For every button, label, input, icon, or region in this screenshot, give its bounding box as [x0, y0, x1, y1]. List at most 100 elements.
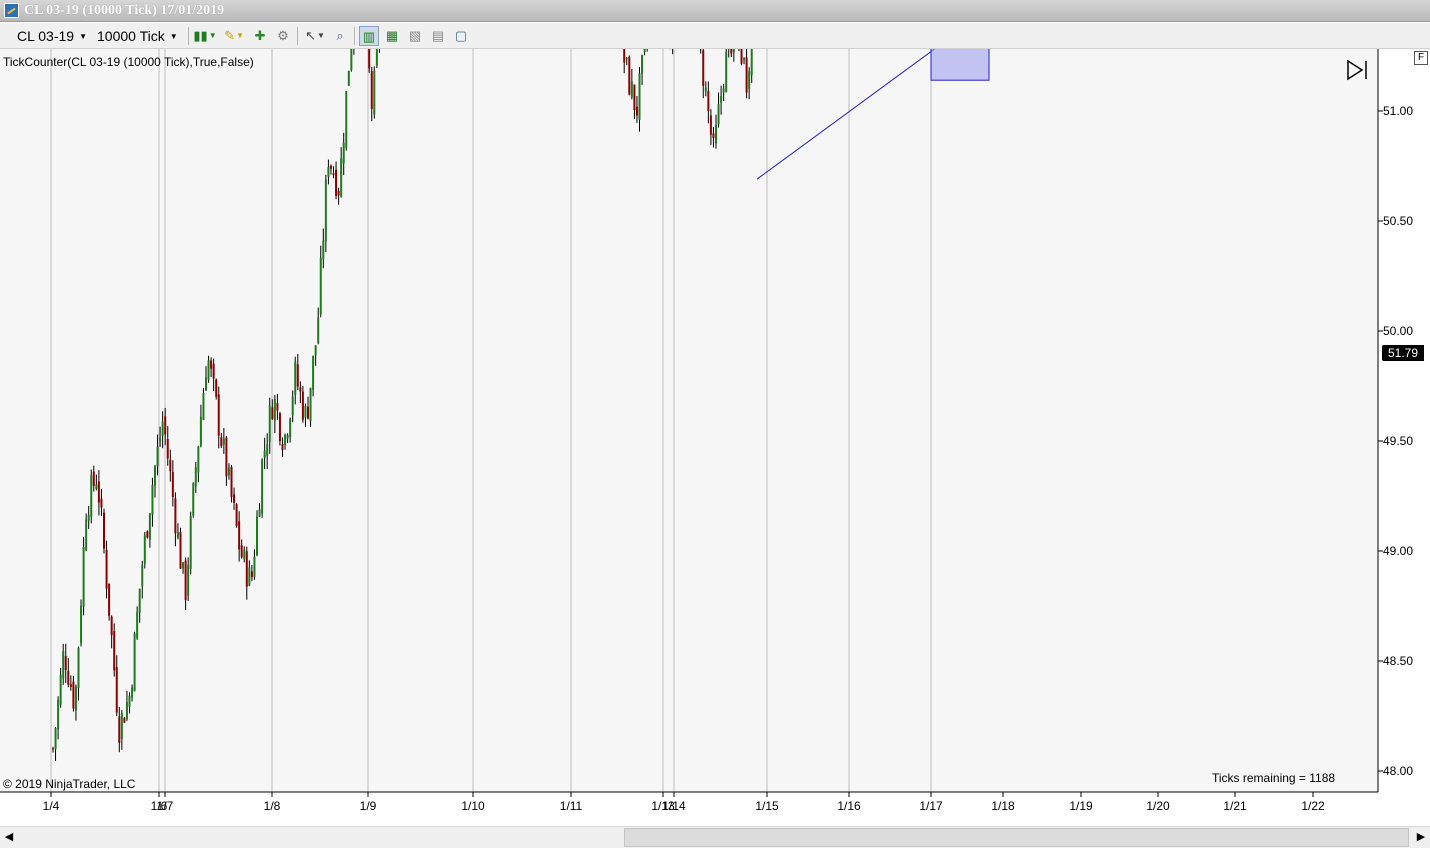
candle	[133, 631, 136, 692]
candle-body	[233, 494, 236, 503]
properties-icon[interactable]: ▤	[428, 26, 448, 46]
scroll-right-icon[interactable]: ▶	[1412, 828, 1430, 847]
chart-style-icon[interactable]: ▮▮▼	[192, 26, 218, 46]
chart-trader-icon[interactable]: ▧	[405, 26, 425, 46]
zoom-icon[interactable]: ⌕	[330, 26, 350, 46]
indicator-icon[interactable]: ✚	[250, 26, 270, 46]
candle-body	[266, 444, 269, 456]
candle-body	[370, 71, 373, 109]
copyright-text: © 2019 NinjaTrader, LLC	[3, 777, 136, 791]
candle-body	[161, 421, 164, 437]
candle-body	[625, 57, 628, 60]
candle-body	[245, 551, 248, 587]
candle	[740, 49, 743, 66]
candle	[143, 531, 146, 569]
scrollbar-thumb[interactable]	[624, 828, 1409, 847]
candle	[628, 55, 631, 96]
strategy-icon[interactable]: ⚙	[273, 26, 293, 46]
candle-body	[235, 504, 238, 526]
candle-body	[350, 49, 353, 71]
candle	[373, 66, 376, 119]
scroll-left-icon[interactable]: ◀	[0, 828, 18, 847]
candle-body	[225, 437, 228, 477]
drawing-tool-icon[interactable]: ✎▼	[221, 26, 247, 46]
chart-panel[interactable]: 54.0053.5053.0052.5052.0051.5051.0050.50…	[0, 49, 1430, 826]
candle-body	[146, 531, 149, 538]
candle-body	[182, 562, 185, 569]
candle-body	[179, 531, 182, 569]
candle-body	[220, 437, 223, 446]
candle-body	[250, 571, 253, 578]
instrument-selector[interactable]: CL 03-19 ▼	[17, 26, 87, 46]
window-layout-icon[interactable]: ▢	[451, 26, 471, 46]
candle-body	[217, 394, 220, 436]
price-chart[interactable]: 54.0053.5053.0052.5052.0051.5051.0050.50…	[0, 49, 1430, 826]
cursor-icon[interactable]: ↖▼	[302, 26, 328, 46]
time-tick-label: 1/13	[651, 799, 675, 813]
price-tick-label: 48.50	[1383, 654, 1413, 668]
data-box-icon[interactable]: ▦	[382, 26, 402, 46]
candle-body	[740, 49, 743, 64]
candle-body	[702, 50, 705, 86]
candle-body	[80, 605, 83, 644]
candle-body	[284, 434, 287, 446]
candle-body	[184, 560, 187, 601]
candle-body	[258, 509, 261, 517]
time-tick-label: 1/9	[360, 799, 377, 813]
candle-body	[271, 407, 274, 420]
candle	[189, 511, 192, 575]
candle-body	[240, 545, 243, 558]
candle-body	[286, 435, 289, 439]
candle-body	[273, 399, 276, 421]
skip-to-end-icon[interactable]	[1346, 59, 1370, 81]
candle-body	[712, 133, 715, 139]
candle-body	[77, 647, 80, 689]
candle-body	[197, 446, 200, 473]
candle	[103, 508, 105, 554]
candle-body	[327, 167, 330, 177]
candle-body	[72, 681, 75, 709]
candle-body	[97, 481, 100, 503]
candle-body	[347, 70, 350, 86]
time-tick-label: 1/17	[919, 799, 943, 813]
candle-body	[62, 651, 65, 679]
candle-body	[324, 179, 327, 242]
horizontal-scrollbar[interactable]: ◀ ▶	[0, 826, 1430, 848]
candle-body	[296, 364, 299, 387]
toolbar-divider	[188, 27, 189, 45]
price-tick-label: 49.00	[1383, 544, 1413, 558]
candle-body	[337, 191, 340, 196]
price-tick-label: 51.00	[1383, 104, 1413, 118]
indicator-label: TickCounter(CL 03-19 (10000 Tick),True,F…	[3, 55, 254, 69]
candle-body	[238, 521, 241, 550]
candle-body	[278, 413, 281, 442]
candle-body	[85, 519, 88, 551]
bar-chart-icon[interactable]: ▥	[359, 26, 379, 46]
candle-body	[133, 633, 136, 692]
candle-body	[151, 484, 154, 515]
candle-body	[707, 90, 710, 112]
window-titlebar[interactable]: CL 03-19 (10000 Tick) 17/01/2019	[0, 0, 1430, 22]
candle-body	[54, 728, 57, 750]
interval-selector[interactable]: 10000 Tick ▼	[97, 26, 178, 46]
toolbar-divider	[354, 27, 355, 45]
candle-body	[120, 712, 123, 739]
candle-body	[171, 471, 174, 497]
chart-toolbar: CL 03-19 ▼ 10000 Tick ▼ ▮▮▼ ✎▼ ✚ ⚙ ↖▼ ⌕ ▥ …	[0, 23, 1430, 49]
candle-body	[248, 567, 251, 586]
candle-body	[340, 158, 343, 197]
candle-body	[263, 450, 266, 458]
panel-tag[interactable]: F	[1414, 51, 1428, 65]
chevron-down-icon: ▼	[169, 32, 178, 41]
candle-body	[205, 377, 207, 391]
candle-body	[210, 360, 213, 369]
candle-body	[212, 363, 215, 379]
candle-body	[730, 49, 733, 54]
candle-body	[164, 416, 167, 435]
candle-body	[281, 443, 284, 450]
candle	[179, 527, 182, 570]
candle-body	[717, 104, 720, 125]
candle-body	[243, 549, 246, 560]
candle-body	[202, 393, 205, 420]
candle-body	[131, 687, 134, 698]
